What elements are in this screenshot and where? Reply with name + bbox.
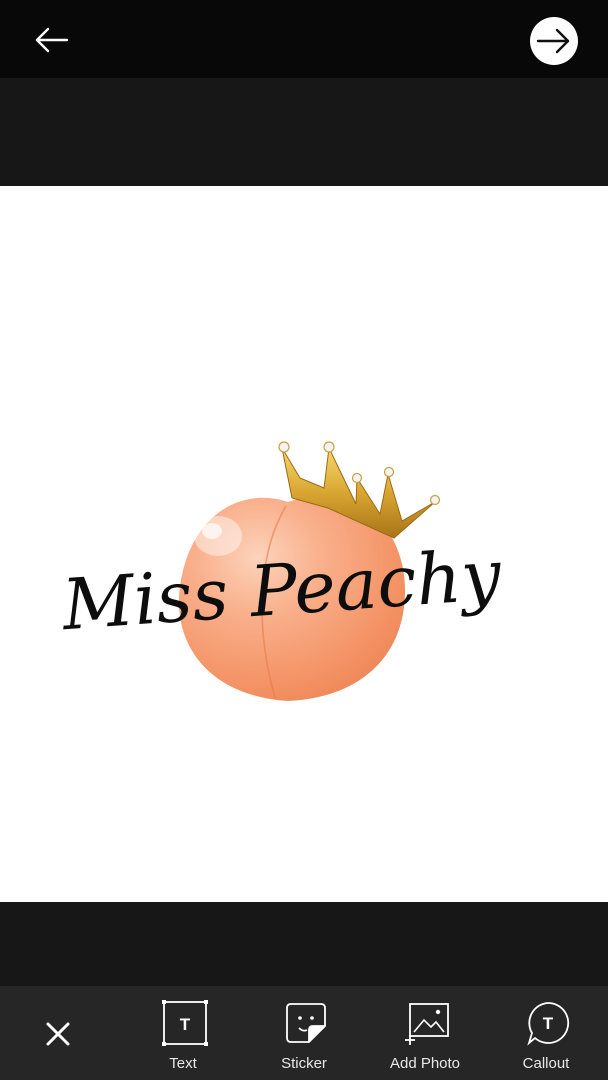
canvas-margin-top [0,78,608,186]
tool-callout[interactable]: T Callout [491,998,601,1078]
tool-text-label: Text [169,1055,197,1072]
text-icon: T [162,1000,208,1046]
top-bar [0,0,608,78]
tool-sticker[interactable]: Sticker [249,998,359,1078]
peach-logo-artwork: Miss Peachy [58,441,505,701]
tool-add-photo-label: Add Photo [389,1055,461,1072]
svg-text:T: T [180,1015,191,1034]
arrow-right-icon [536,28,570,54]
next-button[interactable] [530,17,578,65]
arrow-left-icon [35,27,69,53]
close-icon [46,1022,70,1046]
tool-callout-label: Callout [522,1055,570,1072]
callout-icon: T [525,1000,571,1046]
logo-text: Miss Peachy [58,534,505,647]
tool-sticker-label: Sticker [281,1055,327,1072]
canvas-margin-bottom [0,902,608,986]
tool-add-photo[interactable]: Add Photo [370,998,480,1078]
edit-canvas[interactable]: Miss Peachy [0,186,608,902]
add-photo-icon [404,1000,450,1046]
close-button[interactable] [38,1014,78,1054]
bottom-toolbar: T Text Sticker Add Photo T Callout [0,986,608,1080]
tool-text[interactable]: T Text [128,998,238,1078]
back-button[interactable] [26,20,76,60]
logo-image: Miss Peachy [0,186,608,902]
sticker-icon [283,1000,329,1046]
svg-text:T: T [543,1014,554,1033]
